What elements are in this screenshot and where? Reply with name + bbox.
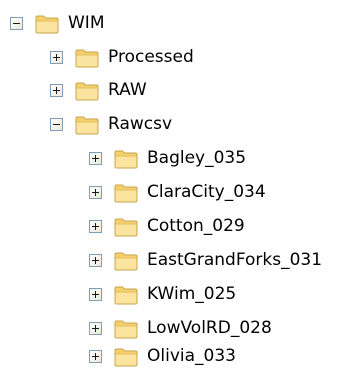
collapse-toggle-icon[interactable] — [50, 117, 63, 131]
tree-node-cotton-029[interactable]: Cotton_029 — [89, 210, 246, 242]
tree-node-label: Rawcsv — [108, 114, 173, 134]
folder-icon — [114, 250, 138, 271]
tree-node-label: EastGrandForks_031 — [147, 250, 323, 270]
folder-tree: WIM Processed RAW Rawcsv Bagley_035 Clar… — [0, 0, 358, 374]
folder-icon — [75, 114, 99, 135]
folder-icon — [114, 284, 138, 305]
folder-icon — [114, 216, 138, 237]
folder-icon — [35, 13, 59, 34]
tree-node-processed[interactable]: Processed — [50, 41, 195, 73]
tree-node-label: Processed — [108, 47, 194, 67]
expand-toggle-icon[interactable] — [50, 83, 63, 97]
tree-node-wim[interactable]: WIM — [10, 7, 106, 39]
expand-toggle-icon[interactable] — [50, 50, 63, 64]
tree-node-label: LowVolRD_028 — [147, 318, 272, 338]
tree-node-label: WIM — [68, 13, 105, 33]
tree-node-rawcsv[interactable]: Rawcsv — [50, 108, 173, 140]
expand-toggle-icon[interactable] — [89, 321, 102, 335]
collapse-toggle-icon[interactable] — [10, 16, 23, 30]
expand-toggle-icon[interactable] — [89, 349, 102, 363]
tree-node-label: ClaraCity_034 — [147, 182, 266, 202]
tree-node-raw[interactable]: RAW — [50, 74, 148, 106]
folder-icon — [114, 148, 138, 169]
tree-node-eastgrandforks-031[interactable]: EastGrandForks_031 — [89, 244, 323, 276]
folder-icon — [75, 47, 99, 68]
folder-icon — [114, 346, 138, 367]
folder-icon — [114, 182, 138, 203]
tree-node-label: Bagley_035 — [147, 148, 247, 168]
expand-toggle-icon[interactable] — [89, 253, 102, 267]
expand-toggle-icon[interactable] — [89, 287, 102, 301]
expand-toggle-icon[interactable] — [89, 219, 102, 233]
tree-node-bagley-035[interactable]: Bagley_035 — [89, 142, 247, 174]
folder-icon — [114, 318, 138, 339]
tree-node-label: RAW — [108, 80, 147, 100]
folder-icon — [75, 80, 99, 101]
expand-toggle-icon[interactable] — [89, 185, 102, 199]
tree-node-label: Cotton_029 — [147, 216, 245, 236]
tree-node-olivia-033[interactable]: Olivia_033 — [89, 340, 237, 372]
tree-node-label: Olivia_033 — [147, 346, 236, 366]
tree-node-kwim-025[interactable]: KWim_025 — [89, 278, 237, 310]
expand-toggle-icon[interactable] — [89, 151, 102, 165]
tree-node-claracity-034[interactable]: ClaraCity_034 — [89, 176, 267, 208]
tree-node-label: KWim_025 — [147, 284, 237, 304]
